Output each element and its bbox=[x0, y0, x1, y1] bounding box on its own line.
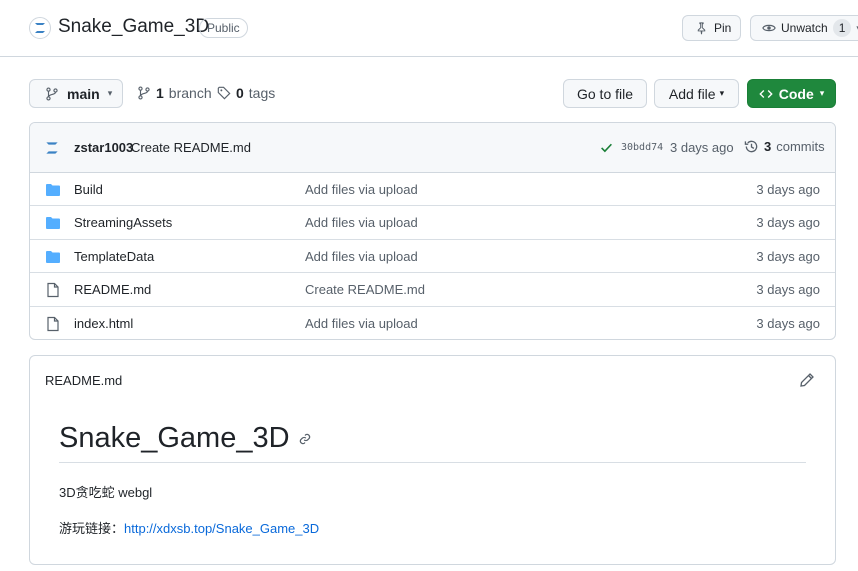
commit-count: 3 bbox=[764, 139, 772, 154]
latest-commit-bar: zstar1003 Create README.md 30bdd74 3 day… bbox=[30, 123, 835, 173]
file-commit-message[interactable]: Add files via upload bbox=[305, 215, 418, 230]
file-icon bbox=[45, 316, 61, 332]
owner-avatar[interactable] bbox=[29, 17, 51, 39]
file-row[interactable]: StreamingAssets Add files via upload 3 day… bbox=[30, 206, 835, 240]
git-branch-icon bbox=[138, 86, 150, 100]
readme-heading-text: Snake_Game_3D bbox=[59, 422, 290, 454]
readme-line-2: 游玩链接：http://xdxsb.top/Snake_Game_3D bbox=[59, 518, 319, 537]
file-commit-message[interactable]: Create README.md bbox=[305, 282, 425, 297]
code-icon bbox=[759, 89, 773, 98]
link-icon[interactable] bbox=[298, 432, 312, 446]
watch-counter: 1 bbox=[832, 19, 852, 37]
file-age: 3 days ago bbox=[756, 282, 820, 298]
code-label: Code bbox=[778, 85, 814, 102]
code-button[interactable]: Code ▾ bbox=[747, 79, 836, 108]
pin-icon bbox=[697, 21, 706, 34]
readme-filename[interactable]: README.md bbox=[45, 373, 122, 388]
file-name[interactable]: StreamingAssets bbox=[74, 215, 172, 230]
unwatch-button[interactable]: Unwatch 1 ▾ bbox=[750, 15, 858, 41]
branch-name: main bbox=[67, 85, 100, 102]
repo-name[interactable]: Snake_Game_3D bbox=[58, 16, 209, 38]
pencil-icon[interactable] bbox=[799, 372, 815, 388]
visibility-badge: Public bbox=[199, 18, 248, 38]
history-icon bbox=[744, 140, 758, 153]
commit-author[interactable]: zstar1003 bbox=[74, 140, 133, 155]
readme-link-prefix: 游玩链接： bbox=[59, 521, 125, 536]
add-file-label: Add file bbox=[668, 85, 716, 102]
folder-icon bbox=[45, 182, 61, 198]
file-row[interactable]: Build Add files via upload 3 days ago bbox=[30, 173, 835, 207]
readme-heading: Snake_Game_3D bbox=[59, 422, 312, 455]
file-age: 3 days ago bbox=[756, 248, 820, 264]
file-name[interactable]: Build bbox=[74, 182, 103, 197]
commit-time: 3 days ago bbox=[670, 140, 734, 155]
branch-count: 1 bbox=[156, 85, 164, 101]
add-file-button[interactable]: Add file ▾ bbox=[654, 79, 739, 108]
commit-message[interactable]: Create README.md bbox=[131, 140, 251, 155]
pin-label: Pin bbox=[714, 21, 732, 35]
commits-link[interactable]: 3 commits bbox=[744, 139, 825, 154]
commit-word: commits bbox=[776, 139, 825, 154]
file-commit-message[interactable]: Add files via upload bbox=[305, 249, 418, 264]
file-commit-message[interactable]: Add files via upload bbox=[305, 182, 418, 197]
tag-icon bbox=[217, 86, 231, 100]
commit-hash[interactable]: 30bdd74 bbox=[621, 142, 663, 153]
tags-link[interactable]: 0 tags bbox=[217, 85, 275, 101]
readme-line-1: 3D贪吃蛇 webgl bbox=[59, 485, 153, 500]
file-age: 3 days ago bbox=[756, 182, 820, 197]
folder-icon bbox=[45, 249, 61, 265]
file-list: Build Add files via upload 3 days ago Strea… bbox=[30, 173, 835, 339]
branches-link[interactable]: 1 branch bbox=[137, 85, 212, 101]
tag-count: 0 bbox=[236, 85, 244, 101]
folder-icon bbox=[45, 215, 61, 231]
go-to-file-button[interactable]: Go to file bbox=[563, 79, 647, 108]
readme-panel: README.md Snake_Game_3D 3D贪吃蛇 webgl 游玩链接… bbox=[29, 355, 836, 565]
tag-word: tags bbox=[248, 85, 276, 101]
branch-select-button[interactable]: main ▾ bbox=[29, 79, 123, 108]
file-row[interactable]: TemplateData Add files via upload 3 days a… bbox=[30, 240, 835, 274]
play-link[interactable]: http://xdxsb.top/Snake_Game_3D bbox=[124, 521, 319, 536]
file-browser: zstar1003 Create README.md 30bdd74 3 day… bbox=[29, 122, 836, 340]
file-age: 3 days ago bbox=[756, 215, 820, 231]
file-icon bbox=[45, 282, 61, 298]
caret-down-icon: ▾ bbox=[107, 88, 113, 98]
heading-divider bbox=[59, 462, 806, 463]
repo-header: Snake_Game_3D Public Pin Unwatch 1 ▾ bbox=[0, 0, 858, 57]
pin-button[interactable]: Pin bbox=[682, 15, 741, 41]
file-commit-message[interactable]: Add files via upload bbox=[305, 316, 418, 331]
file-name[interactable]: README.md bbox=[74, 282, 151, 297]
file-age: 3 days ago bbox=[756, 315, 820, 331]
file-row[interactable]: index.html Add files via upload 3 days ago bbox=[30, 307, 835, 339]
git-branch-icon bbox=[46, 86, 58, 101]
eye-icon bbox=[762, 24, 776, 32]
z-logo-icon bbox=[35, 23, 45, 33]
file-name[interactable]: index.html bbox=[74, 316, 133, 331]
check-icon[interactable] bbox=[600, 141, 613, 154]
file-name[interactable]: TemplateData bbox=[74, 249, 154, 264]
file-row[interactable]: README.md Create README.md 3 days ago bbox=[30, 273, 835, 307]
branch-word: branch bbox=[168, 85, 212, 101]
unwatch-label: Unwatch bbox=[781, 21, 828, 35]
caret-down-icon: ▾ bbox=[819, 88, 825, 98]
caret-down-icon: ▾ bbox=[719, 88, 725, 98]
z-logo-icon[interactable] bbox=[43, 139, 61, 157]
